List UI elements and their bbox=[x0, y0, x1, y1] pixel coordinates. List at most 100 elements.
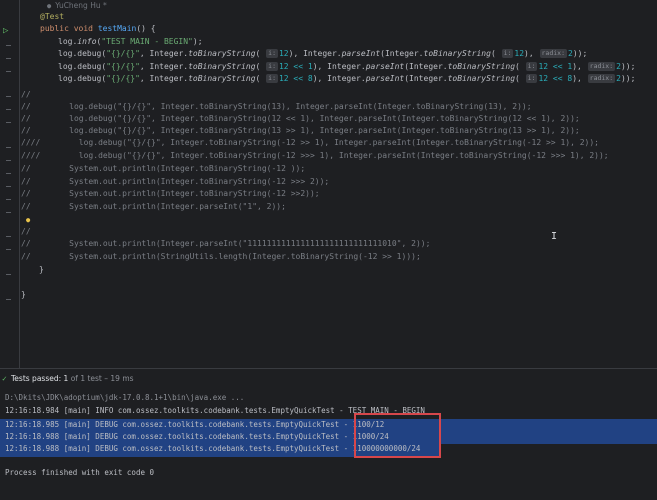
code-line[interactable]: log.debug("{}/{}", Integer.toBinaryStrin… bbox=[58, 48, 587, 61]
lightbulb-icon[interactable]: ● bbox=[26, 216, 33, 224]
code-line[interactable]: log.debug("{}/{}", Integer.toBinaryStrin… bbox=[58, 61, 635, 74]
code-token: debug bbox=[77, 62, 102, 71]
method-name[interactable]: testMain bbox=[98, 24, 137, 33]
code-token: debug bbox=[77, 74, 102, 83]
check-icon: ✓ bbox=[2, 374, 7, 383]
run-gutter-icon[interactable]: ▷ bbox=[3, 26, 8, 36]
code-token: Integer. bbox=[384, 49, 424, 58]
code-line[interactable]: public void testMain() { bbox=[40, 23, 156, 36]
number-literal: 12 bbox=[514, 49, 525, 58]
comment-line[interactable]: // log.debug("{}/{}", Integer.toBinarySt… bbox=[21, 101, 532, 114]
code-line[interactable]: log.info("TEST MAIN - BEGIN"); bbox=[58, 36, 203, 49]
string-literal: "TEST MAIN - BEGIN" bbox=[101, 37, 193, 46]
comment-line[interactable]: // System.out.println(StringUtils.length… bbox=[21, 251, 421, 264]
status-rest: of 1 test – 19 ms bbox=[70, 374, 134, 383]
code-token: parseInt bbox=[365, 62, 405, 71]
code-token: Integer. bbox=[149, 49, 189, 58]
parameter-hint: i: bbox=[525, 62, 538, 71]
code-token: toBinaryString bbox=[188, 62, 256, 71]
closing-brace: } bbox=[39, 265, 44, 274]
gutter-fold-marker bbox=[6, 147, 11, 148]
code-token: toBinaryString bbox=[188, 74, 256, 83]
console-line[interactable]: 12:16:18.988 [main] DEBUG com.ossez.tool… bbox=[5, 431, 389, 443]
parameter-hint: i: bbox=[266, 62, 278, 71]
number-literal: 2 bbox=[616, 62, 621, 71]
comment-line[interactable]: // bbox=[21, 226, 31, 239]
comment-line[interactable]: // bbox=[21, 89, 31, 102]
editor-gutter[interactable]: ▷ bbox=[0, 0, 20, 368]
code-token: Integer. bbox=[327, 62, 366, 71]
string-literal: "{}/{}" bbox=[106, 49, 140, 58]
code-area[interactable]: ● YuCheng Hu * @Test public void testMain… bbox=[21, 0, 657, 368]
string-literal: "{}/{}" bbox=[106, 62, 140, 71]
console-command[interactable]: D:\Dkits\JDK\adoptium\jdk-17.0.8.1+1\bin… bbox=[5, 392, 244, 404]
closing-brace: } bbox=[21, 290, 26, 299]
comment-line[interactable]: //// log.debug("{}/{}", Integer.toBinary… bbox=[21, 150, 609, 163]
comment-line[interactable]: // System.out.println(Integer.toBinarySt… bbox=[21, 163, 305, 176]
code-token: Integer. bbox=[303, 49, 342, 58]
code-line[interactable]: @Test bbox=[40, 11, 64, 24]
gutter-fold-marker bbox=[6, 186, 11, 187]
parameter-hint: radix: bbox=[587, 74, 616, 83]
person-icon: ● bbox=[47, 2, 52, 10]
text-cursor-icon: I bbox=[551, 231, 558, 242]
code-token: Integer. bbox=[327, 74, 366, 83]
parameter-hint: i: bbox=[501, 49, 514, 58]
code-token: parseInt bbox=[365, 74, 405, 83]
code-line[interactable]: log.debug("{}/{}", Integer.toBinaryStrin… bbox=[58, 73, 635, 86]
console-exit-line[interactable]: Process finished with exit code 0 bbox=[5, 467, 154, 479]
comment-line[interactable]: // System.out.println(Integer.toBinarySt… bbox=[21, 176, 329, 189]
annotation-test: @Test bbox=[40, 12, 65, 21]
code-token: log. bbox=[58, 62, 78, 71]
code-token: toBinaryString bbox=[447, 74, 516, 83]
gutter-fold-marker bbox=[6, 173, 11, 174]
code-token: Integer. bbox=[149, 62, 189, 71]
parameter-hint: i: bbox=[525, 74, 538, 83]
number-literal: 12 bbox=[278, 49, 289, 58]
code-token: log. bbox=[58, 49, 78, 58]
test-status: Tests passed: 1 of 1 test – 19 ms bbox=[11, 374, 134, 384]
comment-line[interactable]: // System.out.println(Integer.parseInt("… bbox=[21, 201, 286, 214]
comment-line[interactable]: // log.debug("{}/{}", Integer.toBinarySt… bbox=[21, 113, 580, 126]
parameter-hint: radix: bbox=[539, 49, 567, 58]
gutter-fold-marker bbox=[6, 160, 11, 161]
comment-line[interactable]: // log.debug("{}/{}", Integer.toBinarySt… bbox=[21, 125, 580, 138]
author-name[interactable]: YuCheng Hu * bbox=[55, 1, 107, 10]
gutter-fold-marker bbox=[6, 96, 11, 97]
code-token: Integer. bbox=[409, 74, 448, 83]
code-token: parseInt bbox=[341, 49, 381, 58]
code-token: Integer. bbox=[149, 74, 189, 83]
keyword-public: public bbox=[40, 24, 69, 33]
gutter-fold-marker bbox=[6, 71, 11, 72]
number-literal: 12 << 8 bbox=[538, 74, 573, 83]
number-literal: 12 << 1 bbox=[278, 62, 313, 71]
comment-line[interactable]: // System.out.println(Integer.toBinarySt… bbox=[21, 188, 320, 201]
run-console[interactable]: D:\Dkits\JDK\adoptium\jdk-17.0.8.1+1\bin… bbox=[0, 390, 657, 500]
keyword-void: void bbox=[73, 24, 93, 33]
gutter-fold-marker bbox=[6, 299, 11, 300]
parameter-hint: radix: bbox=[587, 62, 616, 71]
console-line[interactable]: 12:16:18.985 [main] DEBUG com.ossez.tool… bbox=[5, 419, 384, 431]
gutter-fold-marker bbox=[6, 274, 11, 275]
code-token: Integer. bbox=[409, 62, 448, 71]
status-label: Tests passed: bbox=[11, 374, 62, 383]
method-tail: () { bbox=[136, 24, 156, 33]
comment-line[interactable]: //// log.debug("{}/{}", Integer.toBinary… bbox=[21, 137, 599, 150]
code-token: info bbox=[77, 37, 97, 46]
gutter-fold-marker bbox=[6, 212, 11, 213]
code-token: debug bbox=[77, 49, 102, 58]
code-token: ); bbox=[192, 37, 203, 46]
gutter-fold-marker bbox=[6, 199, 11, 200]
gutter-fold-marker bbox=[6, 58, 11, 59]
gutter-fold-marker bbox=[6, 236, 11, 237]
test-results-header[interactable]: ✓ Tests passed: 1 of 1 test – 19 ms bbox=[0, 368, 657, 390]
passed-count: 1 bbox=[63, 374, 69, 383]
parameter-hint: i: bbox=[266, 49, 278, 58]
code-token: log. bbox=[58, 37, 78, 46]
number-literal: 2 bbox=[567, 49, 573, 58]
code-editor[interactable]: ▷ ● YuCheng Hu * @Test public void testMa… bbox=[0, 0, 657, 368]
gutter-fold-marker bbox=[6, 45, 11, 46]
highlight-box bbox=[354, 413, 441, 458]
gutter-fold-marker bbox=[6, 249, 11, 250]
comment-line[interactable]: // System.out.println(Integer.parseInt("… bbox=[21, 238, 430, 251]
